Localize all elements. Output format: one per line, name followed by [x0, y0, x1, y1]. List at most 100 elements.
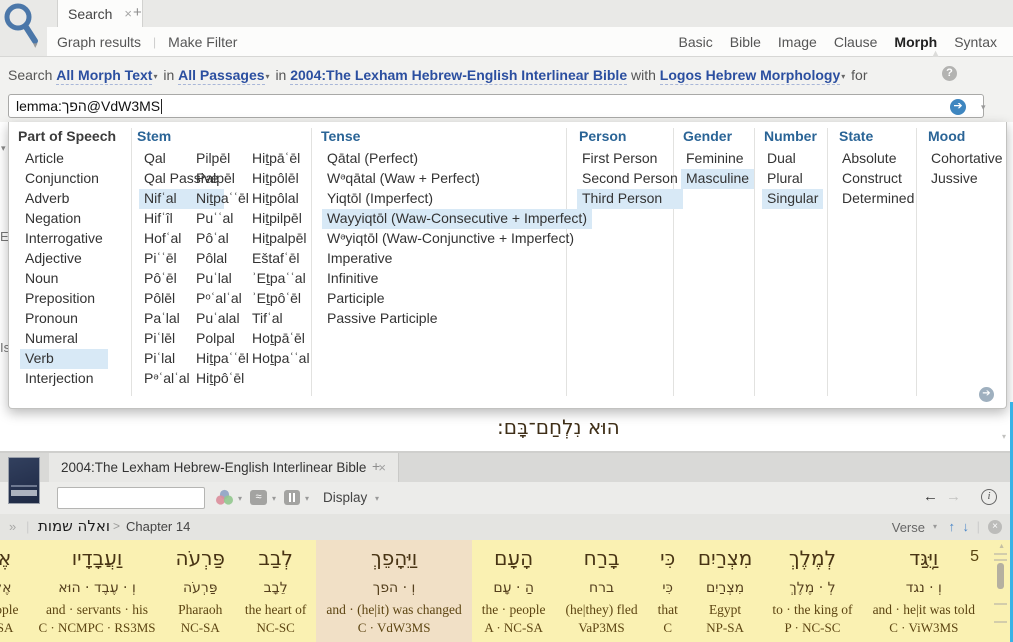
- picker-item[interactable]: Pôlal: [191, 249, 254, 269]
- picker-item[interactable]: Dual: [762, 149, 823, 169]
- picker-item[interactable]: Conjunction: [20, 169, 108, 189]
- make-filter-button[interactable]: Make Filter: [168, 34, 237, 50]
- picker-item[interactable]: Tifʿal: [247, 309, 315, 329]
- previous-verse-button[interactable]: ↑: [949, 519, 956, 534]
- reference-input[interactable]: [57, 487, 205, 509]
- caret-down-icon[interactable]: ▾: [272, 494, 276, 503]
- tab-search[interactable]: Search ×: [57, 0, 143, 27]
- clear-results-icon[interactable]: ×: [988, 520, 1002, 534]
- collapse-icon[interactable]: »: [9, 519, 16, 534]
- picker-item[interactable]: Determined: [837, 189, 919, 209]
- picker-item[interactable]: ʾEṯpaʿʿal: [247, 269, 315, 289]
- picker-item[interactable]: Jussive: [926, 169, 1008, 189]
- criteria-scope-link[interactable]: All Morph Text: [56, 67, 153, 85]
- picker-item[interactable]: Pôʿal: [191, 229, 254, 249]
- picker-item[interactable]: Singular: [762, 189, 824, 209]
- picker-item[interactable]: Hoṯpaʿʿal: [247, 349, 315, 369]
- scroll-up-icon[interactable]: ▲: [998, 543, 1005, 550]
- caret-down-icon[interactable]: ▾: [375, 494, 379, 503]
- interlinear-word[interactable]: וַיֻּגַּד וְ · נגד and · he|it was told …: [863, 540, 985, 642]
- picker-item[interactable]: Palpēl: [191, 169, 254, 189]
- caret-down-icon[interactable]: ▾: [238, 494, 242, 503]
- search-query-input[interactable]: lemma:הפך@VdW3MS: [8, 94, 984, 118]
- interlinear-word[interactable]: לְמֶלֶךְ לְ · מֶלֶךְ to · the king of P …: [762, 540, 862, 642]
- picker-item[interactable]: Negation: [20, 209, 108, 229]
- picker-item[interactable]: Article: [20, 149, 108, 169]
- history-back-button[interactable]: ←: [923, 488, 938, 505]
- verse-nav-label[interactable]: Verse: [892, 520, 925, 535]
- picker-item[interactable]: Polpal: [191, 329, 254, 349]
- tab-interlinear-bible[interactable]: 2004:The Lexham Hebrew-English Interline…: [49, 453, 400, 482]
- search-type-tab[interactable]: Basic: [679, 34, 713, 50]
- tab-close-icon[interactable]: ×: [124, 6, 132, 21]
- apply-morph-button[interactable]: ➔: [979, 387, 994, 402]
- criteria-morphology-link[interactable]: Logos Hebrew Morphology: [659, 67, 841, 85]
- picker-item[interactable]: Pᵒʿalʿal: [191, 289, 254, 309]
- panel-menu-caret-icon[interactable]: ▾: [33, 40, 38, 51]
- picker-item[interactable]: Adverb: [20, 189, 108, 209]
- picker-item[interactable]: Niṯpaʿʿēl: [191, 189, 254, 209]
- picker-item[interactable]: Puʿlal: [191, 269, 254, 289]
- picker-item[interactable]: ʾEṯpôʿēl: [247, 289, 315, 309]
- criteria-resource-link[interactable]: 2004:The Lexham Hebrew-English Interline…: [290, 67, 628, 85]
- picker-item[interactable]: Puʿalal: [191, 309, 254, 329]
- interlinear-word[interactable]: לְבַב לֵבָב the heart of NC-SC: [235, 540, 316, 642]
- criteria-passages-link[interactable]: All Passages: [178, 67, 265, 85]
- breadcrumb-book[interactable]: ואלה שמות: [38, 517, 110, 535]
- picker-item[interactable]: Third Person: [577, 189, 683, 209]
- history-forward-button[interactable]: →: [946, 488, 961, 505]
- interlinear-word[interactable]: וַעֲבָדָיו וְ · עֶבֶד · הוּא and · serva…: [29, 540, 166, 642]
- picker-item[interactable]: Noun: [20, 269, 108, 289]
- caret-down-icon[interactable]: ▾: [933, 522, 937, 531]
- picker-item[interactable]: Hiṯpilpēl: [247, 209, 315, 229]
- picker-item[interactable]: Pronoun: [20, 309, 108, 329]
- picker-item[interactable]: Infinitive: [322, 269, 592, 289]
- picker-item[interactable]: Imperative: [322, 249, 592, 269]
- query-history-caret-icon[interactable]: ▾: [981, 102, 986, 113]
- picker-item[interactable]: Masculine: [681, 169, 755, 189]
- picker-item[interactable]: Pilpēl: [191, 149, 254, 169]
- interlinear-word[interactable]: הָעָם הַ · עָם the · people A · NC-SA: [472, 540, 556, 642]
- picker-item[interactable]: Plural: [762, 169, 823, 189]
- picker-item[interactable]: Yiqtōl (Imperfect): [322, 189, 592, 209]
- picker-item[interactable]: Adjective: [20, 249, 108, 269]
- picker-item[interactable]: Construct: [837, 169, 919, 189]
- new-tab-button[interactable]: +: [133, 4, 142, 21]
- picker-item[interactable]: Hiṯpaʿʿēl: [191, 349, 254, 369]
- breadcrumb-chapter[interactable]: Chapter 14: [126, 519, 190, 534]
- interlinear-word[interactable]: מִצְרַיִם מִצְרַיִם Egypt NP-SA: [688, 540, 762, 642]
- display-menu-button[interactable]: Display: [323, 490, 367, 505]
- interlinear-word[interactable]: כִּי כִּי that C: [648, 540, 688, 642]
- picker-item[interactable]: Cohortative: [926, 149, 1008, 169]
- picker-item[interactable]: Hiṯpôʿēl: [191, 369, 254, 389]
- picker-item[interactable]: Hiṯpôlēl: [247, 169, 315, 189]
- visual-filters-icon[interactable]: [215, 489, 234, 506]
- picker-item[interactable]: Hiṯpôlal: [247, 189, 315, 209]
- search-type-tab[interactable]: Bible: [730, 34, 761, 50]
- picker-item[interactable]: Interrogative: [20, 229, 108, 249]
- vertical-scrollbar[interactable]: ▲: [991, 543, 1007, 640]
- picker-item[interactable]: Puʿʿal: [191, 209, 254, 229]
- picker-item[interactable]: Interjection: [20, 369, 108, 389]
- picker-item[interactable]: Feminine: [681, 149, 754, 169]
- picker-item[interactable]: Verb: [20, 349, 108, 369]
- interlinear-word[interactable]: וַיֵּהָפֵךְ וְ · הפך and · (he|it) was c…: [316, 540, 472, 642]
- next-verse-button[interactable]: ↓: [963, 519, 970, 534]
- help-icon[interactable]: ?: [942, 66, 957, 81]
- picker-item[interactable]: Wᵊqātal (Waw + Perfect): [322, 169, 592, 189]
- picker-item[interactable]: Numeral: [20, 329, 108, 349]
- interlinear-word[interactable]: בָרַח ברח (he|they) fled VaP3MS: [556, 540, 648, 642]
- picker-item[interactable]: First Person: [577, 149, 683, 169]
- run-search-button[interactable]: ➔: [950, 99, 966, 115]
- interlinear-word[interactable]: פַּרְעֹה פַּרְעֹה Pharaoh NC-SA: [166, 540, 235, 642]
- info-icon[interactable]: i: [981, 489, 997, 505]
- parallel-resources-icon[interactable]: ≈: [250, 490, 267, 505]
- result-verse-hebrew[interactable]: הוּא נִלְחַם־בָּם:: [497, 415, 620, 439]
- picker-item[interactable]: Hiṯpalpēl: [247, 229, 315, 249]
- graph-results-button[interactable]: Graph results: [57, 34, 141, 50]
- columns-view-icon[interactable]: [284, 490, 300, 505]
- picker-item[interactable]: Qātal (Perfect): [322, 149, 592, 169]
- picker-item[interactable]: Second Person: [577, 169, 683, 189]
- picker-item[interactable]: Eštafʿēl: [247, 249, 315, 269]
- scrollbar-thumb[interactable]: [997, 563, 1004, 589]
